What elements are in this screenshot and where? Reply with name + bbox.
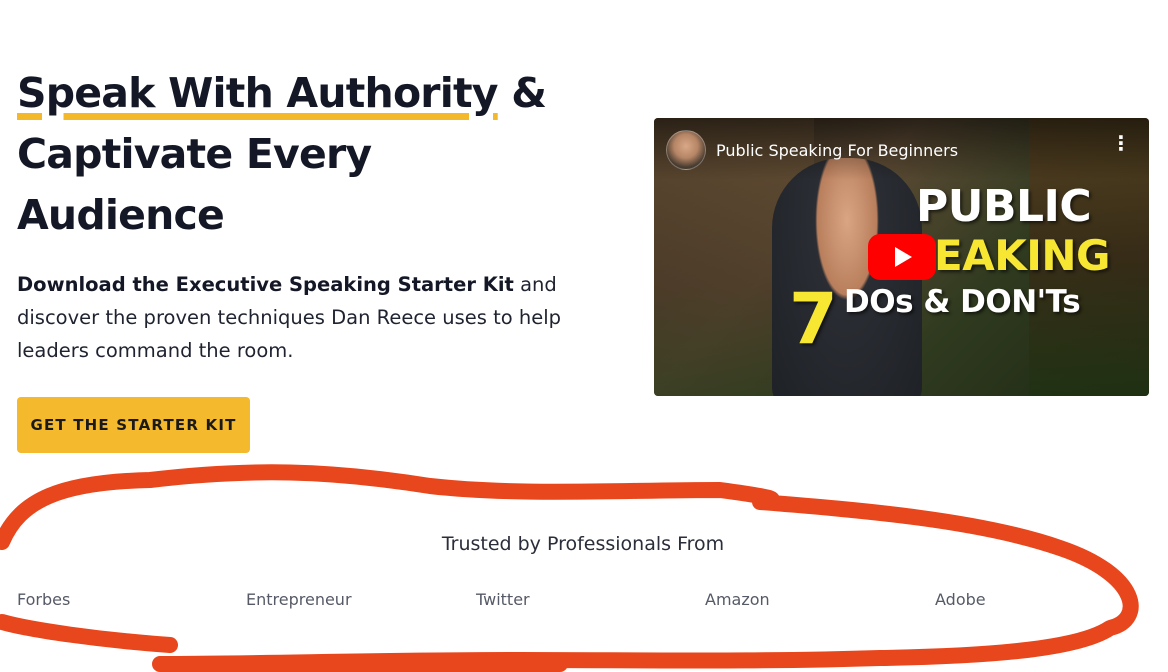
logo-forbes: Forbes [17,590,71,609]
more-options-icon[interactable]: ⋮ [1111,133,1131,162]
channel-avatar[interactable] [666,130,706,170]
hero-intro: Download the Executive Speaking Starter … [17,268,587,367]
thumb-text-number: 7 [789,278,838,360]
landing-page: Speak With Authority & Captivate Every A… [0,0,1168,672]
video-embed[interactable]: Public Speaking For Beginners ⋮ PUBLIC S… [654,118,1149,396]
headline-highlight: Speak With Authority [17,69,499,117]
hero-headline: Speak With Authority & Captivate Every A… [17,63,577,246]
logo-adobe: Adobe [935,590,986,609]
thumb-text-public: PUBLIC [916,181,1092,232]
logo-twitter: Twitter [476,590,530,609]
logo-amazon: Amazon [705,590,770,609]
thumb-text-dos-donts: DOs & DON'Ts [844,284,1081,320]
trusted-title: Trusted by Professionals From [441,533,725,555]
video-title[interactable]: Public Speaking For Beginners [716,141,958,160]
play-button[interactable] [868,234,936,280]
annotation-scribble-stroke [0,464,1139,672]
get-starter-kit-button[interactable]: GET THE STARTER KIT [17,397,250,453]
intro-bold: Download the Executive Speaking Starter … [17,273,514,296]
logo-entrepreneur: Entrepreneur [246,590,352,609]
